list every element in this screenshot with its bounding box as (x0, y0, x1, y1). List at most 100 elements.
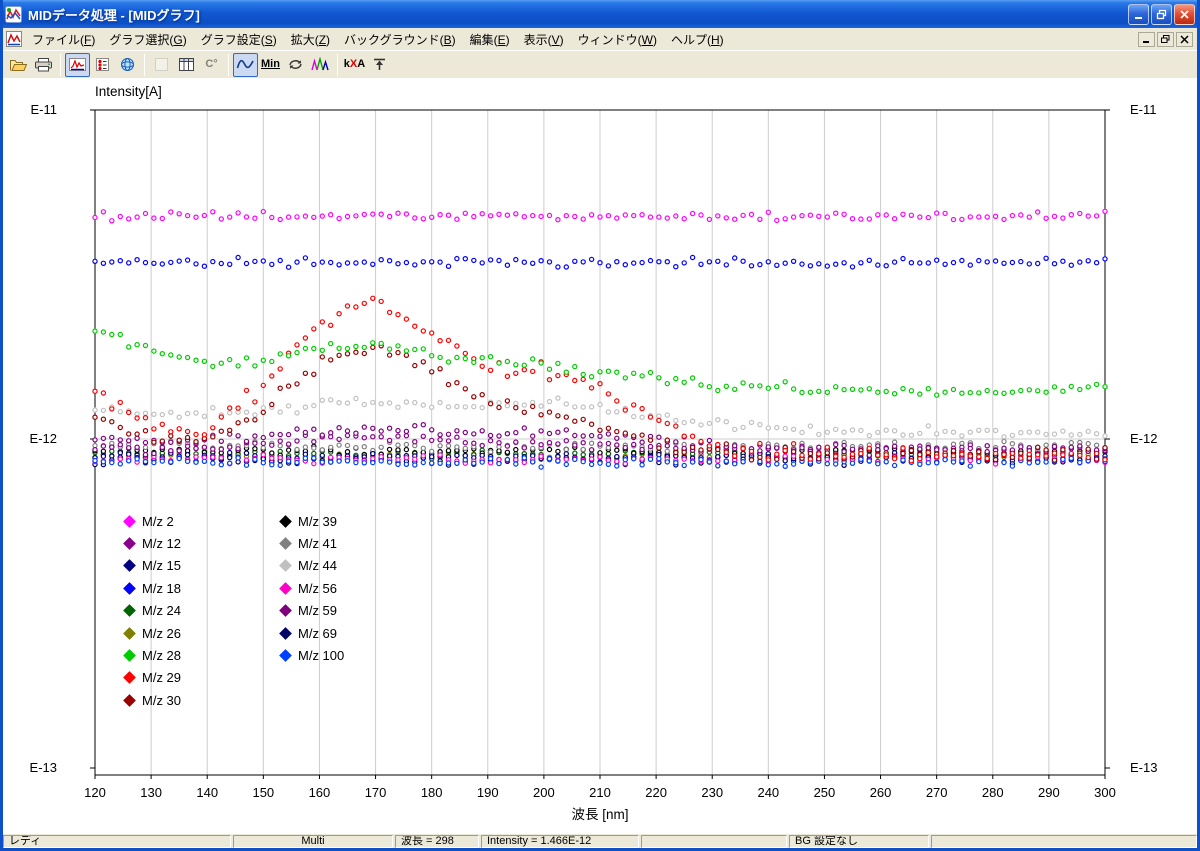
min-icon: Min (261, 59, 280, 70)
table-view-button[interactable] (174, 53, 199, 77)
x-tick-label: 130 (140, 785, 162, 800)
toolbar-separator (337, 54, 338, 76)
x-tick-label: 210 (589, 785, 611, 800)
x-tick-label: 180 (421, 785, 443, 800)
x-tick-label: 170 (365, 785, 387, 800)
celsius-mode-button[interactable]: C° (199, 53, 224, 77)
x-tick-label: 200 (533, 785, 555, 800)
x-tick-label: 120 (84, 785, 106, 800)
mdi-window-buttons (1138, 32, 1197, 47)
menu-b[interactable]: バックグラウンド(B) (337, 28, 463, 51)
x-tick-label: 140 (196, 785, 218, 800)
status-panel-4 (641, 835, 787, 848)
table-columns-icon (177, 57, 196, 72)
x-tick-label: 250 (814, 785, 836, 800)
restore-button[interactable] (1151, 4, 1172, 25)
peaks-icon (311, 57, 330, 72)
kxa-icon: kXA (344, 59, 365, 70)
status-multi: Multi (233, 835, 393, 848)
blank-square-icon (152, 57, 171, 72)
restore-icon (1156, 9, 1167, 20)
status--: レディ (3, 835, 231, 848)
celsius-icon: C° (205, 59, 217, 70)
open-button[interactable] (6, 53, 31, 77)
menu-z[interactable]: 拡大(Z) (284, 28, 337, 51)
sphere-view-button[interactable] (115, 53, 140, 77)
y-label-right: E-13 (1130, 760, 1157, 775)
x-tick-label: 290 (1038, 785, 1060, 800)
caption-buttons (1128, 4, 1195, 25)
blank-mode-button[interactable] (149, 53, 174, 77)
min-mode-button[interactable]: Min (258, 53, 283, 77)
status-panel-6 (931, 835, 1197, 848)
kxa-mode-button[interactable]: kXA (342, 53, 367, 77)
x-tick-label: 240 (757, 785, 779, 800)
toolbar-separator (228, 54, 229, 76)
mdi-minimize-icon (1142, 35, 1151, 44)
x-tick-label: 270 (926, 785, 948, 800)
menu-v[interactable]: 表示(V) (517, 28, 571, 51)
toolbar-separator (144, 54, 145, 76)
y-label-left: E-13 (30, 760, 57, 775)
y-label-right: E-12 (1130, 431, 1157, 446)
mdi-restore-icon (1161, 35, 1170, 44)
x-tick-label: 150 (252, 785, 274, 800)
red-marker-list-icon (93, 57, 112, 72)
loop-mode-button[interactable] (283, 53, 308, 77)
mdi-close-button[interactable] (1176, 32, 1193, 47)
close-icon (1179, 9, 1190, 20)
graph-mode-button[interactable] (65, 53, 90, 77)
y-axis-title: Intensity[A] (95, 84, 162, 99)
menu-f[interactable]: ファイル(F) (25, 28, 102, 51)
y-label-left: E-11 (31, 102, 58, 117)
mdi-minimize-button[interactable] (1138, 32, 1155, 47)
x-axis-title: 波長 [nm] (571, 807, 628, 822)
x-tick-label: 230 (701, 785, 723, 800)
y-label-right: E-11 (1130, 102, 1157, 117)
menu-s[interactable]: グラフ設定(S) (194, 28, 284, 51)
upload-button[interactable] (367, 53, 392, 77)
title-bar: MIDデータ処理 - [MIDグラフ] (0, 0, 1200, 28)
status-bar: レディMulti波長 = 298Intensity = 1.466E-12 BG … (3, 833, 1197, 848)
menu-w[interactable]: ウィンドウ(W) (571, 28, 664, 51)
x-tick-label: 160 (309, 785, 331, 800)
menu-items: ファイル(F)グラフ選択(G)グラフ設定(S)拡大(Z)バックグラウンド(B)編… (25, 28, 731, 51)
printer-icon (34, 57, 53, 72)
spectrum-graph-icon (68, 57, 87, 72)
sine-wave-icon (236, 57, 255, 72)
chart-area: Intensity[A] 120 130 140 150 160 170 180 190 200 2… (0, 78, 1200, 835)
toolbar: C° Min kXA (0, 50, 1200, 78)
y-label-left: E-12 (30, 431, 57, 446)
mdi-close-icon (1180, 35, 1189, 44)
x-tick-label: 190 (477, 785, 499, 800)
plot-area[interactable]: Intensity[A] 120 130 140 150 160 170 180 190 200 2… (0, 78, 1200, 835)
toolbar-separator (60, 54, 61, 76)
menu-g[interactable]: グラフ選択(G) (102, 28, 193, 51)
app-window: MIDデータ処理 - [MIDグラフ] (0, 0, 1200, 851)
wave-mode-button[interactable] (233, 53, 258, 77)
close-button[interactable] (1174, 4, 1195, 25)
x-tick-label: 300 (1094, 785, 1116, 800)
peaks-mode-button[interactable] (308, 53, 333, 77)
status-intensity-1-466e-12: Intensity = 1.466E-12 (481, 835, 639, 848)
status-bg-: BG 設定なし (789, 835, 929, 848)
x-tick-label: 280 (982, 785, 1004, 800)
blue-sphere-icon (118, 57, 137, 72)
x-tick-label: 260 (870, 785, 892, 800)
loop-arrows-icon (286, 57, 305, 72)
marker-list-button[interactable] (90, 53, 115, 77)
mdi-child-icon[interactable] (6, 31, 22, 47)
mdi-restore-button[interactable] (1157, 32, 1174, 47)
folder-open-icon (9, 57, 28, 72)
x-tick-label: 220 (645, 785, 667, 800)
menu-h[interactable]: ヘルプ(H) (664, 28, 731, 51)
status--298: 波長 = 298 (395, 835, 479, 848)
menu-e[interactable]: 編集(E) (463, 28, 517, 51)
app-icon (5, 6, 22, 23)
up-arrow-icon (370, 57, 389, 72)
menu-bar: ファイル(F)グラフ選択(G)グラフ設定(S)拡大(Z)バックグラウンド(B)編… (0, 28, 1200, 50)
print-button[interactable] (31, 53, 56, 77)
window-title: MIDデータ処理 - [MIDグラフ] (28, 5, 1128, 24)
minimize-button[interactable] (1128, 4, 1149, 25)
minimize-icon (1133, 9, 1144, 20)
